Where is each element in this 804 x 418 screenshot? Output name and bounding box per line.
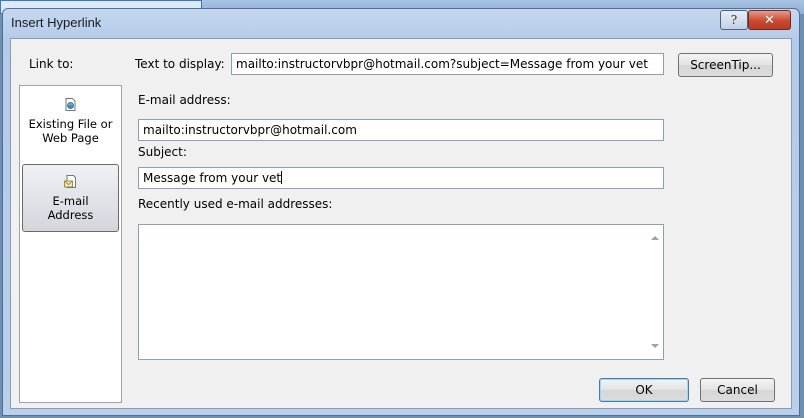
link-to-label: Link to: <box>29 57 74 71</box>
close-icon: ✕ <box>764 12 775 28</box>
insert-hyperlink-dialog: Insert Hyperlink ? ✕ Link to: Existing F… <box>2 8 800 416</box>
dialog-body: Link to: Existing File or Web Page E-mai… <box>10 38 792 409</box>
cancel-button[interactable]: Cancel <box>700 378 775 402</box>
recent-list-scrollbar[interactable] <box>646 225 663 359</box>
subject-value: Message from your vet <box>143 171 282 185</box>
subject-label: Subject: <box>138 145 187 159</box>
subject-input[interactable]: Message from your vet <box>138 167 664 189</box>
text-caret <box>281 171 283 184</box>
ok-button[interactable]: OK <box>599 378 689 402</box>
scroll-down-icon[interactable] <box>651 344 659 348</box>
link-to-email-line2: Address <box>47 208 94 222</box>
recent-addresses-list[interactable] <box>138 224 664 360</box>
help-button[interactable]: ? <box>720 10 748 30</box>
link-to-email-address[interactable]: E-mail Address <box>22 164 119 232</box>
link-to-existing-file-line2: Web Page <box>42 131 99 145</box>
screentip-button[interactable]: ScreenTip... <box>678 53 773 77</box>
link-to-existing-file-line1: Existing File or <box>28 117 113 131</box>
link-to-existing-file[interactable]: Existing File or Web Page <box>22 94 119 152</box>
text-to-display-label: Text to display: <box>135 57 225 71</box>
web-page-icon <box>65 98 76 111</box>
email-address-icon <box>64 175 76 188</box>
title-bar[interactable]: Insert Hyperlink ? ✕ <box>3 9 799 37</box>
scroll-up-icon[interactable] <box>651 236 659 240</box>
text-to-display-input[interactable]: mailto:instructorvbpr@hotmail.com?subjec… <box>231 53 664 75</box>
email-address-label: E-mail address: <box>138 93 231 107</box>
recent-addresses-label: Recently used e-mail addresses: <box>138 197 333 211</box>
help-icon: ? <box>730 13 738 27</box>
close-button[interactable]: ✕ <box>748 10 791 30</box>
dialog-title: Insert Hyperlink <box>11 15 102 30</box>
link-to-email-line1: E-mail <box>52 194 89 208</box>
link-to-panel: Existing File or Web Page E-mail Address <box>19 85 122 403</box>
email-address-input[interactable]: mailto:instructorvbpr@hotmail.com <box>138 119 664 141</box>
